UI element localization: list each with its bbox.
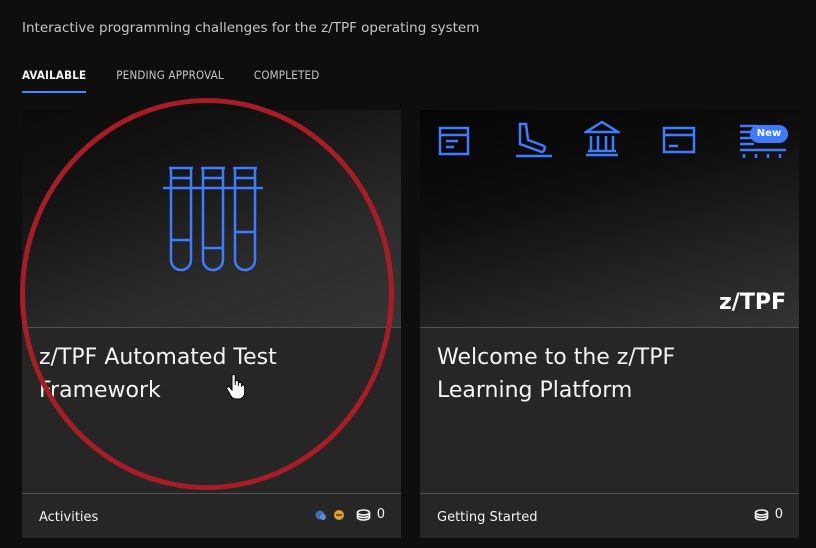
coin-count: 0 <box>774 507 783 522</box>
gold-badge-icon <box>333 509 344 520</box>
card-stats: 0 <box>315 507 385 522</box>
card-category: Getting Started <box>437 510 538 525</box>
page-subtitle: Interactive programming challenges for t… <box>22 20 480 36</box>
coin-count: 0 <box>376 507 385 522</box>
blue-badge-icon <box>315 510 326 520</box>
hand-pointer-icon <box>226 374 246 400</box>
card-category: Activities <box>39 510 99 525</box>
credit-card-icon <box>662 126 696 154</box>
test-tubes-icon <box>163 166 263 272</box>
card-footer: Activities 0 <box>22 493 401 538</box>
card-hero <box>22 110 401 328</box>
ztpf-logo: z/TPF <box>719 290 786 315</box>
tab-bar: AVAILABLE PENDING APPROVAL COMPLETED <box>22 68 319 93</box>
airplane-landing-icon <box>516 122 552 158</box>
card-footer: Getting Started 0 <box>420 493 799 538</box>
new-badge: New <box>750 125 788 143</box>
tab-available[interactable]: AVAILABLE <box>22 68 87 93</box>
bank-icon <box>584 120 620 157</box>
card-hero: New z/TPF <box>420 110 799 328</box>
card-stats: 0 <box>754 507 783 522</box>
card-title[interactable]: Welcome to the z/TPF Learning Platform <box>437 341 777 407</box>
new-train-icon: New <box>738 120 790 160</box>
card-title[interactable]: z/TPF Automated Test Framework <box>39 341 379 407</box>
tab-completed[interactable]: COMPLETED <box>254 68 319 93</box>
tab-pending-approval[interactable]: PENDING APPROVAL <box>116 68 224 93</box>
coin-stack-icon <box>356 508 371 521</box>
coin-stack-icon <box>754 508 769 521</box>
course-card-welcome[interactable]: New z/TPF Welcome to the z/TPF Learning … <box>420 110 799 538</box>
course-card-automated-test-framework[interactable]: z/TPF Automated Test Framework Activitie… <box>22 110 401 538</box>
document-icon <box>438 126 470 156</box>
